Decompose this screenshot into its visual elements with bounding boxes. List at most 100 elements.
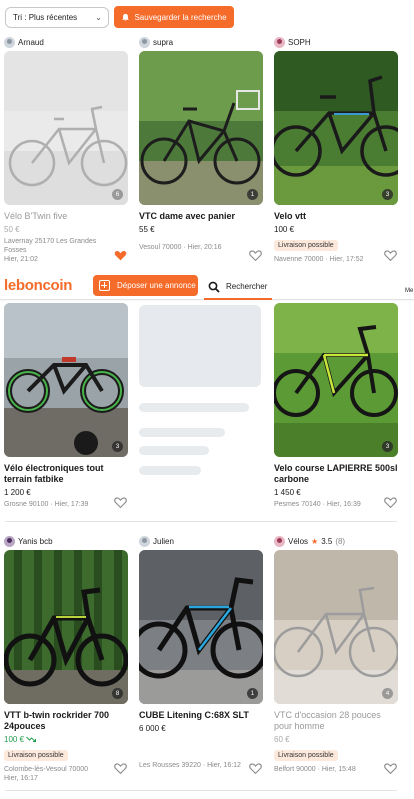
search-label: Rechercher: [226, 282, 268, 291]
photo-count-badge: 3: [382, 441, 393, 452]
listing-photo[interactable]: 3: [274, 303, 398, 457]
listing-date: Hier, 16:17: [4, 775, 38, 782]
listing-meta: Vesoul 70000 · Hier, 20:16: [139, 244, 222, 251]
delivery-badge: Livraison possible: [274, 240, 338, 251]
listing-meta: Colombe-lès-Vesoul 70000 Hier, 16:17: [4, 765, 128, 783]
listing-photo[interactable]: 3: [4, 303, 128, 457]
listing-photo[interactable]: 3: [274, 51, 398, 205]
listing-card[interactable]: Arnaud 6 Vélo B'Twin five 50 € Lavernay …: [4, 36, 128, 264]
listing-price: 50 €: [4, 225, 20, 234]
listing-price: 1 200 €: [4, 488, 31, 497]
seller-row: SOPH: [274, 36, 398, 48]
listing-photo[interactable]: 8: [4, 550, 128, 704]
heart-outline-icon[interactable]: [384, 762, 397, 775]
listing-price: 60 €: [274, 735, 290, 744]
listing-photo[interactable]: 4: [274, 550, 398, 704]
avatar: [139, 535, 150, 547]
avatar: [139, 36, 150, 48]
listing-card[interactable]: SOPH 3 Velo vtt 100 € Livraison possible…: [274, 36, 398, 264]
seller-row: Arnaud: [4, 36, 128, 48]
avatar: [274, 36, 285, 48]
chevron-down-icon: ⌄: [95, 13, 102, 22]
heart-outline-icon[interactable]: [114, 496, 127, 509]
save-search-button[interactable]: Sauvegarder la recherche: [114, 6, 234, 28]
listing-meta: Belfort 90000 · Hier, 15:48: [274, 766, 356, 773]
site-logo[interactable]: leboncoin: [4, 277, 72, 294]
listing-card[interactable]: Yanis bcb 8 VTT b-twin rockrider 700 24p…: [4, 535, 128, 783]
listing-card[interactable]: Vélos ★ 3.5 (8) 4 VTC d'occasion 28 pouc…: [274, 535, 398, 775]
search-icon: [208, 281, 220, 293]
listing-price: 100 €: [274, 225, 295, 234]
seller-rating: 3.5: [321, 536, 333, 546]
site-header: leboncoin Déposer une annonce Rechercher…: [0, 271, 414, 300]
seller-name: Arnaud: [18, 37, 44, 47]
seller-name: Julien: [153, 536, 174, 546]
post-ad-button[interactable]: Déposer une annonce: [93, 275, 198, 296]
listing-price: 100 €: [4, 735, 128, 744]
listing-price: 1 450 €: [274, 488, 301, 497]
listing-meta: Les Rousses 39220 · Hier, 16:12: [139, 762, 241, 769]
seller-row: supra: [139, 36, 263, 48]
listing-meta: Grosne 90100 · Hier, 17:39: [4, 501, 89, 508]
listing-photo[interactable]: 6: [4, 51, 128, 205]
heart-outline-icon[interactable]: [249, 762, 262, 775]
avatar: [4, 535, 15, 547]
sort-label: Tri : Plus récentes: [13, 13, 78, 22]
heart-outline-icon[interactable]: [384, 496, 397, 509]
avatar: [274, 535, 285, 547]
listing-location: Lavernay 25170 Les Grandes Fosses: [4, 238, 97, 254]
listing-price-value: 100 €: [4, 735, 25, 744]
delivery-badge: Livraison possible: [4, 750, 68, 761]
star-icon: ★: [311, 536, 319, 546]
listing-title[interactable]: VTC dame avec panier: [139, 211, 263, 222]
price-drop-icon: [26, 736, 37, 742]
listing-meta: Navenne 70000 · Hier, 17:52: [274, 256, 364, 263]
seller-name: Yanis bcb: [18, 536, 53, 546]
photo-count-badge: 3: [382, 189, 393, 200]
heart-filled-icon[interactable]: [114, 249, 127, 262]
row-divider: [5, 521, 397, 522]
photo-count-badge: 6: [112, 189, 123, 200]
listing-card[interactable]: 3 Vélo électroniques tout terrain fatbik…: [4, 303, 128, 509]
sort-select[interactable]: Tri : Plus récentes ⌄: [5, 7, 109, 28]
plus-square-icon: [99, 280, 110, 291]
heart-outline-icon[interactable]: [384, 249, 397, 262]
seller-name: Vélos: [288, 536, 309, 546]
seller-row: Yanis bcb: [4, 535, 128, 547]
listing-title[interactable]: Velo vtt: [274, 211, 398, 222]
listing-card[interactable]: Julien 1 CUBE Litening C:68X SLT 6 000 €…: [139, 535, 263, 775]
listing-meta: Pesmes 70140 · Hier, 16:39: [274, 501, 361, 508]
listing-photo[interactable]: 1: [139, 550, 263, 704]
row-divider: [5, 790, 397, 791]
listing-price: 55 €: [139, 225, 155, 234]
loading-placeholder-line: [139, 466, 201, 475]
heart-outline-icon[interactable]: [249, 249, 262, 262]
heart-outline-icon[interactable]: [114, 762, 127, 775]
photo-count-badge: 8: [112, 688, 123, 699]
listing-title[interactable]: Velo course LAPIERRE 500sl carbone: [274, 463, 398, 485]
listing-card[interactable]: 3 Velo course LAPIERRE 500sl carbone 1 4…: [274, 303, 398, 509]
listing-title[interactable]: CUBE Litening C:68X SLT: [139, 710, 263, 721]
delivery-badge: Livraison possible: [274, 750, 338, 761]
photo-count-badge: 3: [112, 441, 123, 452]
seller-row: Vélos ★ 3.5 (8): [274, 535, 398, 547]
photo-count-badge: 1: [247, 688, 258, 699]
listing-title[interactable]: Vélo B'Twin five: [4, 211, 128, 222]
listing-title[interactable]: VTT b-twin rockrider 700 24pouces: [4, 710, 128, 732]
listing-title[interactable]: VTC d'occasion 28 pouces pour homme: [274, 710, 398, 732]
seller-rating-count: (8): [335, 536, 346, 546]
save-search-label: Sauvegarder la recherche: [134, 12, 227, 22]
loading-placeholder-image: [139, 305, 261, 387]
listing-card[interactable]: supra 1 VTC dame avec panier 55 € Vesoul…: [139, 36, 263, 262]
avatar: [4, 36, 15, 48]
search-tab[interactable]: Rechercher: [204, 275, 272, 300]
listing-title[interactable]: Vélo électroniques tout terrain fatbike: [4, 463, 128, 485]
loading-placeholder-line: [139, 403, 249, 412]
photo-count-badge: 4: [382, 688, 393, 699]
listing-meta: Lavernay 25170 Les Grandes Fosses Hier, …: [4, 237, 128, 264]
bell-icon: [122, 13, 130, 21]
listing-location: Colombe-lès-Vesoul 70000: [4, 766, 89, 773]
listing-photo[interactable]: 1: [139, 51, 263, 205]
seller-name: supra: [153, 37, 174, 47]
more-tab[interactable]: Me: [405, 288, 413, 294]
